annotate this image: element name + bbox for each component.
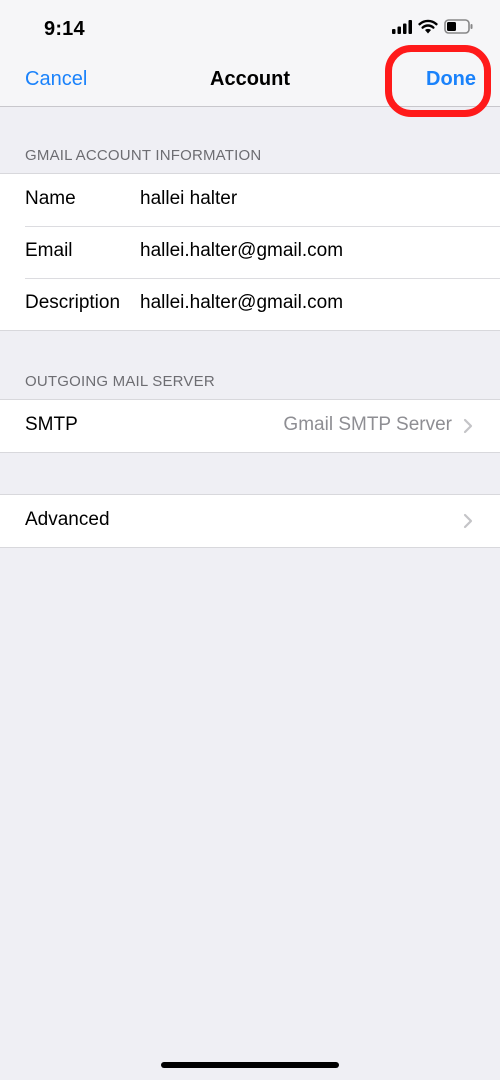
email-field[interactable]: hallei.halter@gmail.com [140, 240, 343, 262]
cellular-signal-icon [392, 19, 412, 34]
advanced-label: Advanced [25, 509, 110, 530]
name-field[interactable]: hallei halter [140, 188, 237, 210]
name-row[interactable]: Name hallei halter [0, 174, 500, 226]
name-label: Name [25, 188, 76, 209]
outgoing-server-group: SMTP Gmail SMTP Server [0, 399, 500, 453]
description-label: Description [25, 292, 121, 313]
battery-icon [444, 19, 473, 34]
description-field[interactable]: hallei.halter@gmail.com [140, 292, 343, 314]
advanced-row[interactable]: Advanced [0, 495, 500, 547]
home-indicator[interactable] [161, 1062, 339, 1068]
outgoing-section-header: OUTGOING MAIL SERVER [25, 373, 215, 390]
status-time: 9:14 [44, 18, 85, 40]
smtp-server-value: Gmail SMTP Server [283, 414, 452, 435]
description-row[interactable]: Description hallei.halter@gmail.com [0, 278, 500, 330]
email-label: Email [25, 240, 73, 261]
smtp-row[interactable]: SMTP Gmail SMTP Server [0, 400, 500, 452]
status-bar: 9:14 [0, 0, 500, 60]
chevron-right-icon [463, 418, 473, 434]
navigation-bar: Cancel Account Done [0, 60, 500, 107]
advanced-group: Advanced [0, 494, 500, 548]
chevron-right-icon [463, 513, 473, 529]
email-row[interactable]: Email hallei.halter@gmail.com [0, 226, 500, 278]
done-button[interactable]: Done [426, 68, 476, 91]
smtp-label: SMTP [25, 414, 78, 435]
cancel-button[interactable]: Cancel [25, 68, 87, 91]
wifi-icon [418, 19, 438, 34]
account-section-header: GMAIL ACCOUNT INFORMATION [25, 147, 262, 164]
status-icons [392, 19, 474, 34]
account-info-group: Name hallei halter Email hallei.halter@g… [0, 173, 500, 331]
